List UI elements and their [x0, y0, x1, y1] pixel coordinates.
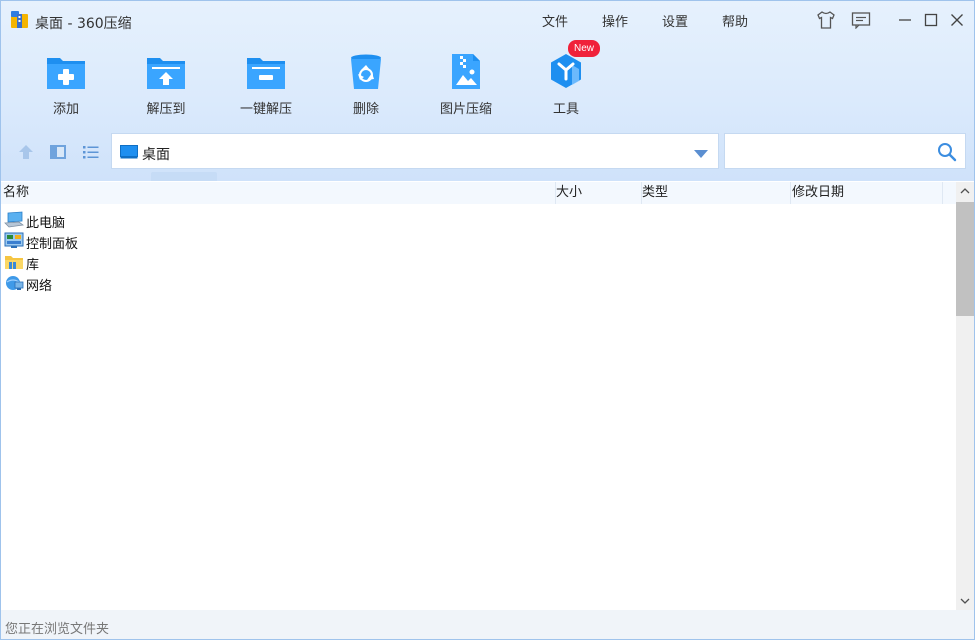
scrollbar-thumb[interactable]	[956, 202, 974, 316]
desktop-icon	[120, 145, 138, 163]
address-bar[interactable]: 桌面	[111, 133, 719, 169]
one-click-extract-icon	[246, 51, 286, 91]
column-divider[interactable]	[942, 182, 943, 204]
vertical-scrollbar[interactable]	[956, 182, 974, 610]
extract-folder-icon	[146, 51, 186, 91]
delete-button[interactable]: 删除	[326, 45, 406, 121]
search-box[interactable]	[724, 133, 966, 169]
column-header: 名称 大小 类型 修改日期	[1, 182, 956, 204]
close-icon[interactable]	[946, 9, 968, 31]
list-item[interactable]: 控制面板	[1, 230, 301, 252]
menu-settings[interactable]: 设置	[662, 11, 688, 30]
extract-to-label: 解压到	[146, 102, 186, 117]
status-text: 您正在浏览文件夹	[5, 622, 110, 637]
status-bar: 您正在浏览文件夹	[1, 610, 974, 639]
menu-file[interactable]: 文件	[542, 11, 568, 30]
image-file-icon	[446, 51, 486, 91]
app-window: 桌面 - 360压缩 文件 操作 设置 帮助 添加 解压到 一键解压 删除 图片…	[0, 0, 975, 640]
network-icon	[4, 274, 24, 291]
tools-label: 工具	[552, 102, 579, 117]
control-panel-icon	[4, 232, 24, 249]
list-item-label: 控制面板	[26, 237, 79, 252]
column-divider[interactable]	[790, 182, 791, 204]
one-click-extract-button[interactable]: 一键解压	[226, 45, 306, 121]
column-type[interactable]: 类型	[642, 182, 668, 204]
window-title: 桌面 - 360压缩	[35, 16, 132, 32]
column-modified[interactable]: 修改日期	[792, 182, 844, 204]
one-click-extract-label: 一键解压	[239, 102, 292, 117]
image-compress-label: 图片压缩	[439, 102, 492, 117]
tools-hexagon-icon	[546, 51, 586, 91]
image-compress-button[interactable]: 图片压缩	[426, 45, 506, 121]
add-folder-icon	[46, 51, 86, 91]
skin-icon[interactable]	[815, 9, 837, 31]
add-button[interactable]: 添加	[26, 45, 106, 121]
scroll-up-icon[interactable]	[956, 182, 974, 200]
app-logo-icon	[11, 11, 28, 28]
computer-icon	[4, 211, 25, 228]
extract-to-button[interactable]: 解压到	[126, 45, 206, 121]
list-item[interactable]: 网络	[1, 272, 301, 294]
tab-indicator	[151, 172, 217, 181]
list-item[interactable]: 库	[1, 251, 301, 273]
maximize-icon[interactable]	[920, 9, 942, 31]
feedback-icon[interactable]	[850, 9, 872, 31]
minimize-icon[interactable]	[894, 9, 916, 31]
address-text: 桌面	[142, 147, 170, 163]
thumbnail-view-icon[interactable]	[47, 141, 69, 163]
column-name[interactable]: 名称	[3, 182, 29, 204]
title-bar: 桌面 - 360压缩 文件 操作 设置 帮助	[1, 1, 974, 37]
scroll-down-icon[interactable]	[956, 592, 974, 610]
menu-operate[interactable]: 操作	[602, 11, 628, 30]
menu-help[interactable]: 帮助	[722, 11, 748, 30]
new-badge: New	[568, 40, 600, 57]
delete-label: 删除	[352, 102, 379, 117]
search-icon[interactable]	[937, 142, 957, 166]
add-label: 添加	[52, 102, 79, 117]
up-arrow-icon[interactable]	[15, 141, 37, 163]
list-item-label: 网络	[26, 279, 53, 294]
list-item-label: 库	[26, 258, 40, 273]
library-folder-icon	[4, 253, 24, 270]
list-item[interactable]: 此电脑	[1, 209, 301, 231]
chevron-down-icon[interactable]	[694, 148, 708, 163]
list-item-label: 此电脑	[26, 216, 66, 231]
column-size[interactable]: 大小	[556, 182, 582, 204]
list-view-icon[interactable]	[80, 141, 102, 163]
recycle-bin-icon	[346, 51, 386, 91]
